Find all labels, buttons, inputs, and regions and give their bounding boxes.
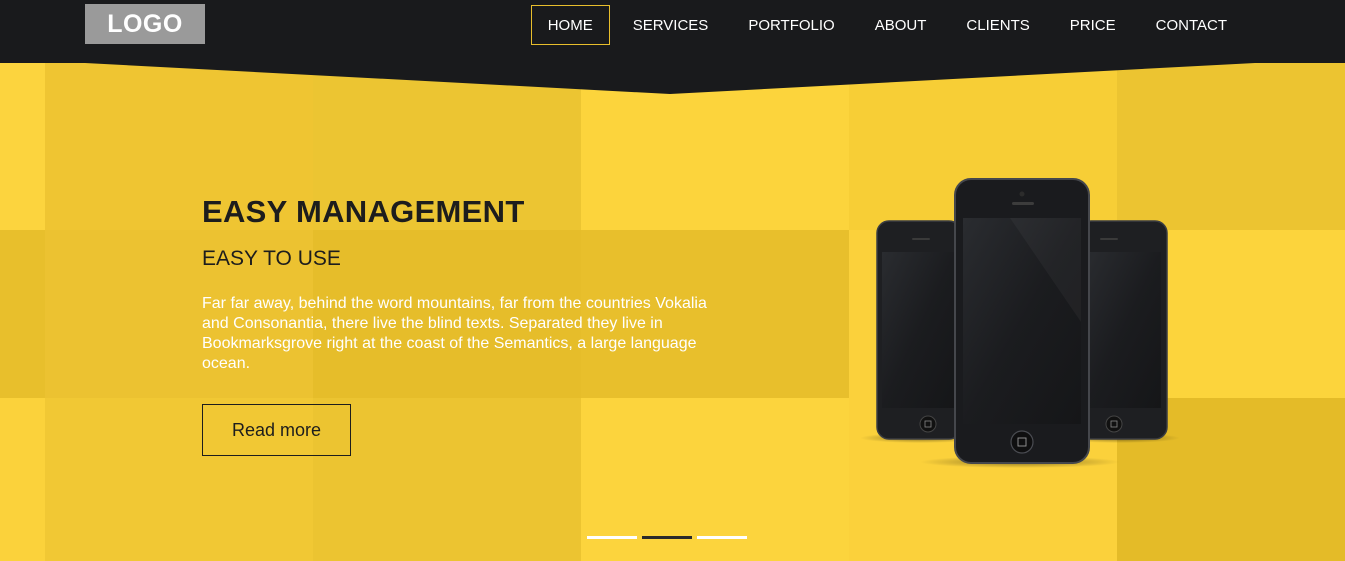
hero-subtitle: EASY TO USE (202, 247, 341, 270)
slider-dot-1[interactable] (587, 536, 637, 539)
nav-item-about[interactable]: ABOUT (858, 5, 944, 45)
read-more-button[interactable]: Read more (202, 404, 351, 456)
hero-title: EASY MANAGEMENT (202, 194, 525, 229)
main-nav: HOME SERVICES PORTFOLIO ABOUT CLIENTS PR… (525, 4, 1244, 46)
smartphones-illustration (860, 178, 1180, 468)
nav-item-price[interactable]: PRICE (1053, 5, 1133, 45)
top-navbar: LOGO HOME SERVICES PORTFOLIO ABOUT CLIEN… (0, 0, 1345, 63)
hero-description: Far far away, behind the word mountains,… (202, 295, 707, 372)
site-logo[interactable]: LOGO (85, 4, 205, 44)
nav-item-services[interactable]: SERVICES (616, 5, 726, 45)
nav-item-contact[interactable]: CONTACT (1139, 5, 1244, 45)
phone-right (1078, 220, 1168, 440)
phone-center (954, 178, 1090, 464)
nav-item-clients[interactable]: CLIENTS (949, 5, 1046, 45)
landing-page: LOGO HOME SERVICES PORTFOLIO ABOUT CLIEN… (0, 0, 1345, 561)
header-wedge-decoration (0, 62, 1345, 94)
slider-dot-3[interactable] (697, 536, 747, 539)
slider-dot-2[interactable] (642, 536, 692, 539)
phone-left (876, 220, 962, 440)
nav-item-home[interactable]: HOME (530, 5, 610, 45)
nav-item-portfolio[interactable]: PORTFOLIO (731, 5, 851, 45)
slider-pagination (587, 536, 752, 539)
